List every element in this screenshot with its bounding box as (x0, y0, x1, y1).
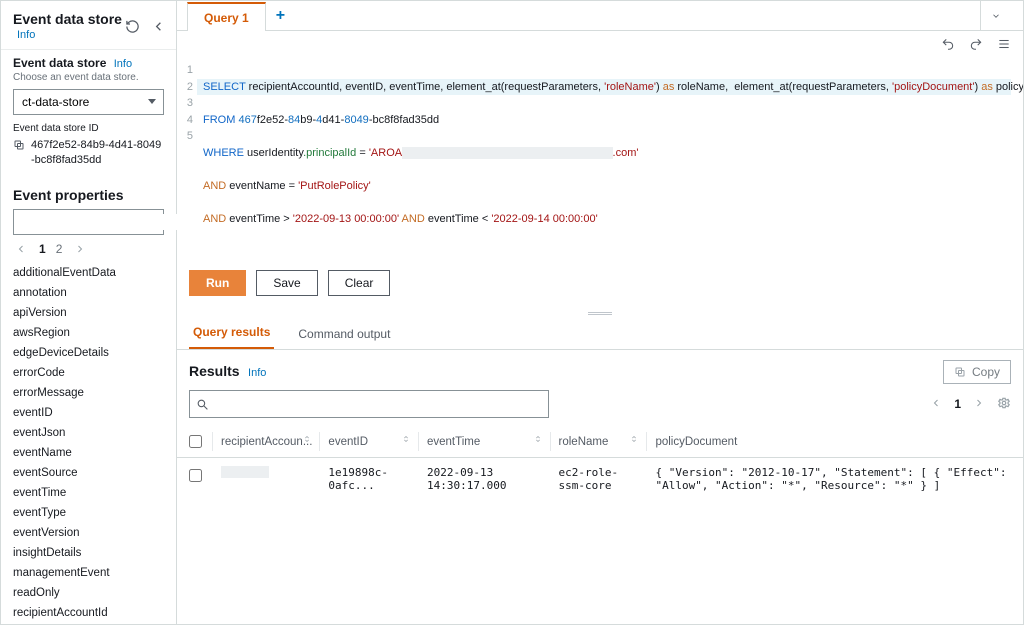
refresh-icon[interactable] (124, 18, 140, 34)
col-rolename[interactable]: roleName (551, 426, 648, 458)
subtab-command-output[interactable]: Command output (294, 319, 394, 349)
copy-results-label: Copy (972, 365, 1000, 379)
pane-resize-handle[interactable] (177, 308, 1023, 318)
col-eventtime[interactable]: eventTime (419, 426, 551, 458)
results-settings-icon[interactable] (997, 396, 1011, 413)
sql-editor[interactable]: 12345 SELECT recipientAccountId, eventID… (177, 62, 1023, 270)
editor-action-row: Run Save Clear (177, 270, 1023, 308)
prop-item[interactable]: annotation (13, 283, 164, 303)
tab-query-1-label: Query 1 (204, 11, 249, 25)
sidebar-title: Event data store (13, 11, 122, 27)
results-search-input[interactable] (215, 396, 542, 412)
add-tab-button[interactable]: + (266, 7, 295, 25)
prop-item[interactable]: additionalEventData (13, 263, 164, 283)
copy-id-icon[interactable] (13, 138, 25, 156)
results-bar: Results Info Copy (177, 350, 1023, 390)
properties-list: additionalEventData annotation apiVersio… (1, 263, 176, 625)
prop-item[interactable]: apiVersion (13, 303, 164, 323)
collapse-sidebar-icon[interactable] (150, 18, 166, 34)
properties-page-1[interactable]: 1 (39, 242, 46, 256)
prop-item[interactable]: eventID (13, 403, 164, 423)
row-checkbox[interactable] (189, 469, 202, 482)
properties-pager: 1 2 (1, 235, 176, 263)
sidebar-info-link[interactable]: Info (17, 29, 35, 41)
table-row[interactable]: 1e19898c-0afc... 2022-09-13 14:30:17.000… (177, 458, 1023, 501)
prop-item[interactable]: managementEvent (13, 563, 164, 583)
col-eventid[interactable]: eventID (320, 426, 419, 458)
prop-item[interactable]: eventType (13, 503, 164, 523)
cell-recipientaccountid (221, 466, 269, 478)
results-next-icon[interactable] (973, 397, 985, 412)
datastore-hint: Choose an event data store. (13, 72, 164, 83)
results-search[interactable] (189, 390, 549, 418)
editor-code[interactable]: SELECT recipientAccountId, eventID, even… (197, 62, 1023, 260)
sidebar: Event data store Info Event data store I… (1, 1, 177, 624)
results-filter-row: 1 (177, 390, 1023, 426)
results-table: recipientAccoun... eventID eventTime rol… (177, 426, 1023, 500)
undo-icon[interactable] (941, 37, 955, 56)
sidebar-header: Event data store Info (1, 1, 176, 49)
prop-item[interactable]: eventSource (13, 463, 164, 483)
prop-item[interactable]: eventName (13, 443, 164, 463)
results-subtabs: Query results Command output (177, 318, 1023, 350)
main: Query 1 + 12345 SELECT recipientAccountI… (177, 1, 1023, 624)
results-page-number: 1 (954, 397, 961, 411)
results-title: Results (189, 363, 240, 379)
datastore-info-link[interactable]: Info (114, 58, 132, 70)
results-info-link[interactable]: Info (248, 367, 266, 379)
prop-item[interactable]: insightDetails (13, 543, 164, 563)
prop-item[interactable]: recipientAccountId (13, 603, 164, 623)
properties-page-2[interactable]: 2 (56, 242, 63, 256)
editor-settings-icon[interactable] (997, 37, 1011, 56)
datastore-id-label: Event data store ID (13, 123, 164, 134)
event-properties-title: Event properties (1, 179, 176, 209)
tabs-bar: Query 1 + (177, 1, 1023, 31)
prop-item[interactable]: eventJson (13, 423, 164, 443)
prop-item[interactable]: errorCode (13, 363, 164, 383)
editor-toolbar (177, 31, 1023, 62)
col-recipientaccountid[interactable]: recipientAccoun... (213, 426, 320, 458)
clear-button[interactable]: Clear (328, 270, 391, 296)
properties-search-input[interactable] (26, 214, 185, 230)
prop-item[interactable]: edgeDeviceDetails (13, 343, 164, 363)
properties-next-icon[interactable] (72, 241, 88, 257)
cell-policydocument: { "Version": "2012-10-17", "Statement": … (647, 458, 1023, 501)
prop-item[interactable]: eventTime (13, 483, 164, 503)
prop-item[interactable]: errorMessage (13, 383, 164, 403)
cell-eventid: 1e19898c-0afc... (320, 458, 419, 501)
prop-item[interactable]: eventVersion (13, 523, 164, 543)
datastore-select[interactable]: ct-data-store (13, 89, 164, 115)
redo-icon[interactable] (969, 37, 983, 56)
editor-gutter: 12345 (177, 62, 197, 260)
cell-rolename: ec2-role-ssm-core (551, 458, 648, 501)
datastore-section-title: Event data store (13, 56, 106, 70)
prop-item[interactable]: readOnly (13, 583, 164, 603)
datastore-id-value: 467f2e52-84b9-4d41-8049-bc8f8fad35dd (31, 138, 164, 169)
prop-item[interactable]: awsRegion (13, 323, 164, 343)
save-button[interactable]: Save (256, 270, 317, 296)
run-button[interactable]: Run (189, 270, 246, 296)
tabs-menu-button[interactable] (980, 1, 1011, 31)
properties-search[interactable] (13, 209, 164, 235)
properties-prev-icon[interactable] (13, 241, 29, 257)
subtab-query-results[interactable]: Query results (189, 317, 274, 349)
col-policydocument[interactable]: policyDocument (647, 426, 1023, 458)
results-prev-icon[interactable] (930, 397, 942, 412)
cell-eventtime: 2022-09-13 14:30:17.000 (419, 458, 551, 501)
datastore-block: Event data store Info Choose an event da… (1, 49, 176, 179)
tab-query-1[interactable]: Query 1 (187, 2, 266, 31)
select-all-checkbox[interactable] (189, 435, 202, 448)
copy-results-button[interactable]: Copy (943, 360, 1011, 384)
